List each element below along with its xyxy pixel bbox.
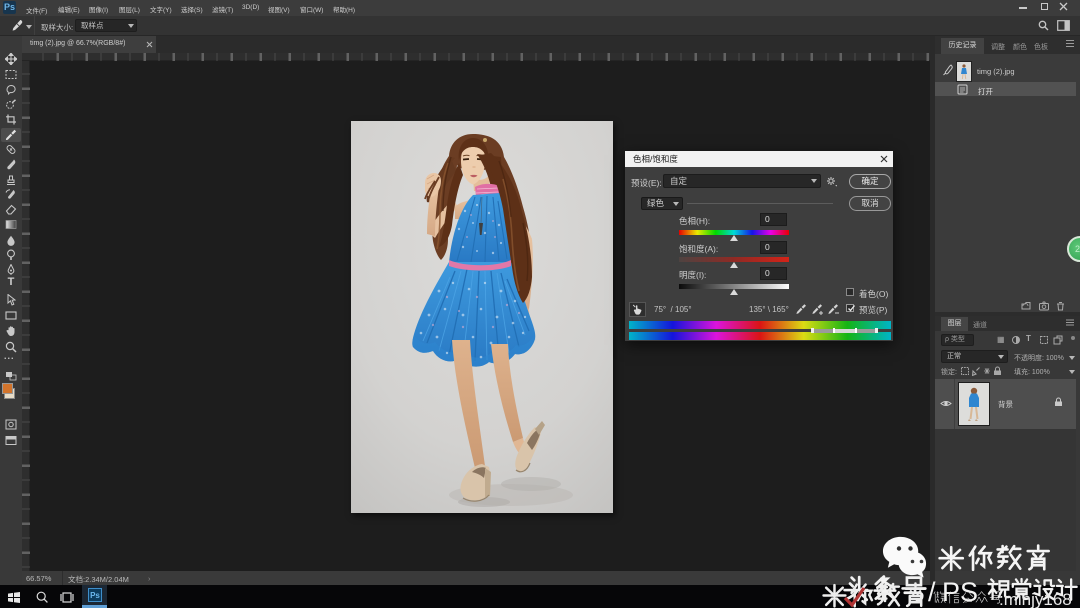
svg-text:PS: PS [942,577,978,607]
svg-text::minjy168: :minjy168 [999,590,1072,608]
